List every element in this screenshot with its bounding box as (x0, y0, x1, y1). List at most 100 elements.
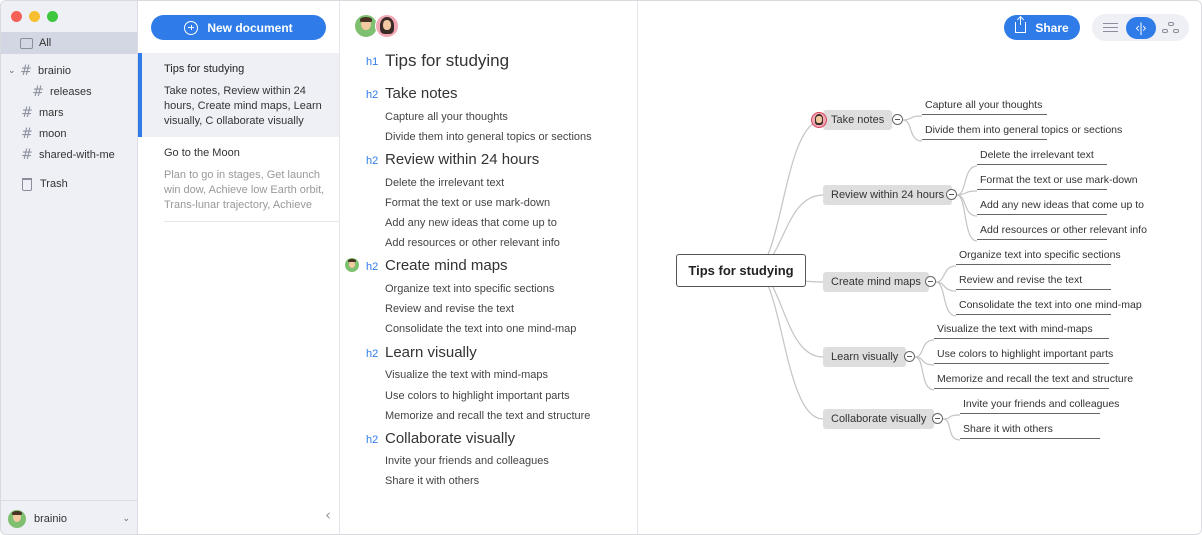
avatar (345, 258, 359, 272)
mindmap-connector (935, 281, 957, 317)
outline-item[interactable]: Memorize and recall the text and structu… (340, 406, 638, 426)
mindmap-leaf-node[interactable]: Visualize the text with mind-maps (934, 323, 1109, 339)
mindmap-topic-node[interactable]: Take notes (823, 110, 893, 130)
outline-text: Delete the irrelevant text (385, 177, 505, 189)
sidebar-item-brainio[interactable]: ⌄ # brainio (8, 62, 71, 80)
outline-item[interactable]: Capture all your thoughts (340, 107, 638, 127)
outline-heading-h2[interactable]: h2 Collaborate visually (340, 428, 638, 448)
sidebar-item-trash[interactable]: Trash (22, 175, 68, 193)
outline-item[interactable]: Divide them into general topics or secti… (340, 127, 638, 147)
outline-heading-h1[interactable]: h1 Tips for studying (340, 49, 638, 70)
heading-level-marker: h2 (366, 434, 379, 446)
mindmap-connector (902, 115, 923, 121)
new-document-label: New document (207, 20, 293, 35)
hashtag-icon: # (21, 126, 33, 142)
sidebar-item-mars[interactable]: # mars (21, 104, 63, 122)
sidebar-item-releases[interactable]: # releases (32, 83, 92, 101)
sidebar-item-all[interactable]: All (1, 32, 137, 54)
app-window: All ⌄ # brainio # releases # mars # moon… (0, 0, 1202, 535)
outline-heading-h2[interactable]: h2 Create mind maps (340, 255, 638, 275)
outline-text: Use colors to highlight important parts (385, 390, 570, 402)
sidebar: All ⌄ # brainio # releases # mars # moon… (1, 1, 138, 534)
collapse-node-icon[interactable] (892, 114, 903, 125)
mindmap-leaf-node[interactable]: Share it with others (960, 423, 1100, 439)
document-list: New document Tips for studying Take note… (138, 1, 340, 534)
folder-icon (20, 37, 33, 49)
mindmap-leaf-node[interactable]: Delete the irrelevant text (977, 149, 1107, 165)
document-preview: Plan to go in stages, Get launch win dow… (164, 169, 325, 211)
collapse-node-icon[interactable] (925, 276, 936, 287)
mindmap-topic-node[interactable]: Collaborate visually (823, 409, 935, 429)
heading-level-marker: h2 (366, 155, 379, 167)
mindmap-topic-node[interactable]: Review within 24 hours (823, 185, 953, 205)
mindmap-topic-node[interactable]: Create mind maps (823, 272, 929, 292)
sidebar-item-moon[interactable]: # moon (21, 125, 67, 143)
sidebar-item-shared-with-me[interactable]: # shared-with-me (21, 146, 115, 164)
minimize-window-button[interactable] (29, 11, 40, 22)
outline-text: Learn visually (385, 344, 477, 361)
mindmap-leaf-node[interactable]: Review and revise the text (956, 274, 1111, 290)
trash-icon (22, 177, 32, 191)
avatar (811, 112, 827, 128)
mindmap-root-node[interactable]: Tips for studying (676, 254, 806, 287)
mindmap-leaf-node[interactable]: Divide them into general topics or secti… (922, 124, 1122, 140)
chevron-down-icon[interactable]: ⌄ (8, 66, 18, 76)
outline-heading-h2[interactable]: h2 Take notes (340, 83, 638, 103)
collapse-node-icon[interactable] (904, 351, 915, 362)
sidebar-item-label: Trash (40, 178, 68, 190)
mindmap-connector (956, 190, 978, 196)
heading-level-marker: h2 (366, 261, 379, 273)
close-window-button[interactable] (11, 11, 22, 22)
outline-text: Share it with others (385, 475, 480, 487)
document-title: Tips for studying (164, 63, 245, 75)
mindmap-topic-node[interactable]: Learn visually (823, 347, 907, 367)
mindmap-leaf-node[interactable]: Use colors to highlight important parts (934, 348, 1113, 364)
outline-heading-h2[interactable]: h2 Learn visually (340, 342, 638, 362)
user-menu[interactable]: brainio ⌄ (1, 500, 137, 534)
document-card-active[interactable]: Tips for studying Take notes, Review wit… (138, 53, 339, 137)
hashtag-icon: # (21, 147, 33, 163)
outline-item[interactable]: Add any new ideas that come up to (340, 213, 638, 233)
user-name: brainio (34, 512, 68, 525)
outline-text: Review and revise the text (385, 303, 515, 315)
outline-item[interactable]: Consolidate the text into one mind-map (340, 319, 638, 339)
sidebar-item-label: releases (50, 86, 92, 98)
avatar[interactable] (375, 14, 399, 38)
mindmap-leaf-node[interactable]: Memorize and recall the text and structu… (934, 373, 1133, 389)
mindmap-leaf-node[interactable]: Add resources or other relevant info (977, 224, 1147, 240)
outline-item[interactable]: Invite your friends and colleagues (340, 451, 638, 471)
outline-item[interactable]: Delete the irrelevant text (340, 173, 638, 193)
outline-item[interactable]: Add resources or other relevant info (340, 233, 638, 253)
mindmap-leaf-node[interactable]: Format the text or use mark-down (977, 174, 1138, 190)
mindmap-pane: Share ‹|› Tips for studying Take notes Cap… (638, 1, 1201, 534)
mindmap-leaf-node[interactable]: Capture all your thoughts (922, 99, 1047, 115)
chevron-down-icon[interactable]: ⌄ (122, 514, 130, 524)
outline-text: Capture all your thoughts (385, 111, 508, 123)
collapse-node-icon[interactable] (946, 189, 957, 200)
new-document-button[interactable]: New document (151, 15, 326, 40)
mindmap-connector (942, 418, 961, 441)
outline-item[interactable]: Share it with others (340, 471, 638, 491)
collapse-node-icon[interactable] (932, 413, 943, 424)
document-card[interactable]: Go to the Moon Plan to go in stages, Get… (138, 137, 339, 221)
document-title: Go to the Moon (164, 147, 240, 159)
zoom-window-button[interactable] (47, 11, 58, 22)
mindmap-leaf-node[interactable]: Invite your friends and colleagues (960, 398, 1119, 414)
heading-level-marker: h2 (366, 89, 379, 101)
outline-item[interactable]: Review and revise the text (340, 299, 638, 319)
outline-text: Add any new ideas that come up to (385, 217, 557, 229)
collaborators (354, 14, 399, 38)
outline-item[interactable]: Use colors to highlight important parts (340, 386, 638, 406)
mindmap-leaf-node[interactable]: Organize text into specific sections (956, 249, 1121, 265)
collapse-panel-icon[interactable]: ‹ (325, 506, 331, 524)
outline-heading-h2[interactable]: h2 Review within 24 hours (340, 149, 638, 169)
heading-level-marker: h2 (366, 348, 379, 360)
mindmap-leaf-node[interactable]: Add any new ideas that come up to (977, 199, 1144, 215)
outline-item[interactable]: Organize text into specific sections (340, 279, 638, 299)
mindmap-leaf-node[interactable]: Consolidate the text into one mind-map (956, 299, 1142, 315)
outline-item[interactable]: Visualize the text with mind-maps (340, 365, 638, 385)
outline-item[interactable]: Format the text or use mark-down (340, 193, 638, 213)
sidebar-item-label: moon (39, 128, 67, 140)
hashtag-icon: # (21, 105, 33, 121)
outline-text: Take notes (385, 85, 458, 102)
